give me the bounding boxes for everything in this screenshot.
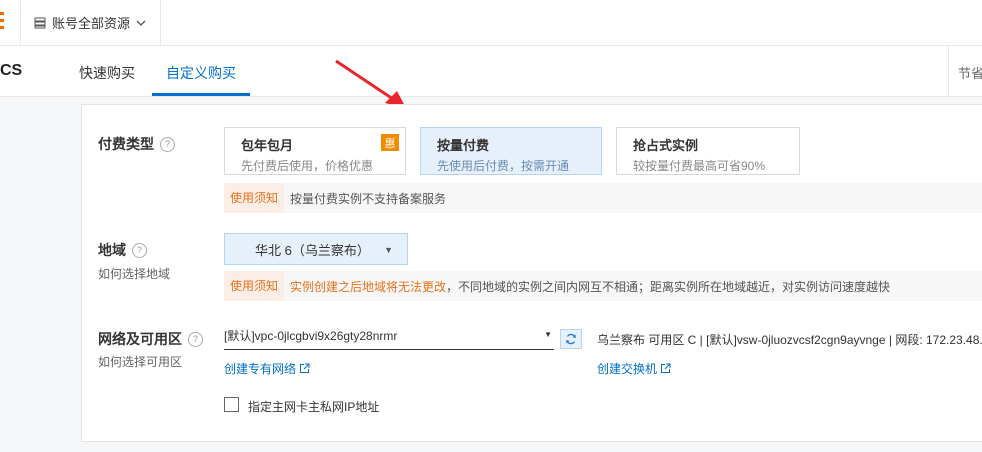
notice-text: ，不同地域的实例之间内网互不相通；距离实例所在地域越近，对实例访问速度越快: [446, 279, 891, 294]
top-bar: 账号全部资源: [0, 0, 982, 46]
create-vpc-link[interactable]: 创建专有网络: [224, 360, 310, 377]
account-resource-selector[interactable]: 账号全部资源: [34, 13, 146, 32]
help-icon[interactable]: ?: [160, 136, 175, 152]
chevron-down-icon: [136, 20, 146, 26]
help-icon[interactable]: ?: [188, 331, 203, 347]
resource-stack-icon: [34, 17, 46, 28]
divider: [948, 46, 949, 96]
billing-type-label: 付费类型 ?: [98, 134, 175, 154]
private-ip-checkbox[interactable]: [224, 397, 239, 412]
account-resource-label: 账号全部资源: [52, 16, 131, 31]
zone-help-link[interactable]: 如何选择可用区: [98, 353, 182, 370]
caret-down-icon: ▼: [544, 330, 552, 339]
billing-option-spot[interactable]: 抢占式实例 较按量付费最高可省90%: [616, 127, 800, 175]
region-notice: 使用须知 实例创建之后地域将无法更改，不同地域的实例之间内网互不相通；距离实例所…: [224, 271, 982, 301]
tab-bar: CS 快速购买 自定义购买 节省: [0, 46, 982, 97]
tab-quick-buy[interactable]: 快速购买: [79, 63, 135, 83]
create-vswitch-link[interactable]: 创建交换机: [597, 360, 671, 377]
refresh-button[interactable]: [560, 329, 582, 349]
vswitch-select[interactable]: 乌兰察布 可用区 C | [默认]vsw-0jluozvcsf2cgn9ayvn…: [597, 331, 982, 348]
billing-notice: 使用须知 按量付费实例不支持备案服务: [224, 183, 982, 213]
billing-option-subscription[interactable]: 包年包月 先付费后使用，价格优惠 惠: [224, 127, 406, 175]
caret-down-icon: ▼: [384, 245, 393, 255]
savings-link[interactable]: 节省: [958, 63, 982, 82]
console-logo-icon[interactable]: [0, 12, 4, 30]
external-link-icon: [661, 363, 671, 373]
external-link-icon: [300, 363, 310, 373]
region-selected-value: 华北 6（乌兰察布）: [255, 242, 370, 258]
vpc-selected-value: [默认]vpc-0jlcgbvi9x26gty28nrmr: [224, 329, 398, 343]
active-tab-indicator: [152, 93, 250, 96]
option-title: 抢占式实例: [633, 138, 699, 153]
notice-tag[interactable]: 使用须知: [224, 271, 285, 301]
config-card: 付费类型 ? 包年包月 先付费后使用，价格优惠 惠 按量付费 先使用后付费，按需…: [81, 104, 982, 442]
option-desc: 先使用后付费，按需开通: [437, 159, 570, 173]
region-help-link[interactable]: 如何选择地域: [98, 265, 170, 282]
notice-highlight: 实例创建之后地域将无法更改: [290, 279, 447, 294]
notice-tag[interactable]: 使用须知: [224, 183, 285, 213]
private-ip-checkbox-label[interactable]: 指定主网卡主私网IP地址: [248, 398, 379, 415]
billing-option-pay-as-you-go[interactable]: 按量付费 先使用后付费，按需开通: [420, 127, 602, 175]
discount-badge: 惠: [381, 134, 399, 151]
option-title: 按量付费: [437, 138, 490, 153]
product-title: CS: [0, 62, 23, 79]
notice-text: 按量付费实例不支持备案服务: [290, 191, 447, 206]
help-icon[interactable]: ?: [132, 242, 147, 258]
region-selector[interactable]: 华北 6（乌兰察布） ▼: [224, 233, 408, 265]
divider: [160, 0, 161, 45]
option-desc: 先付费后使用，价格优惠: [241, 159, 374, 173]
refresh-icon: [566, 333, 576, 345]
network-zone-label: 网络及可用区 ?: [98, 329, 203, 349]
divider: [20, 0, 21, 45]
tab-custom-buy[interactable]: 自定义购买: [166, 63, 236, 83]
region-label: 地域 ?: [98, 240, 147, 260]
option-desc: 较按量付费最高可省90%: [633, 159, 766, 173]
vpc-select[interactable]: [默认]vpc-0jlcgbvi9x26gty28nrmr ▼: [224, 327, 554, 350]
